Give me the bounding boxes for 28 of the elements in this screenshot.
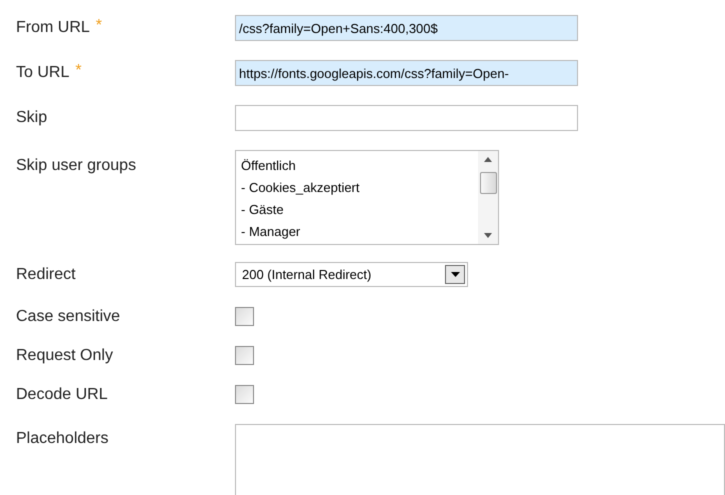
field-label: Skip — [16, 108, 48, 128]
field-label: From URL — [16, 18, 90, 38]
field-label: Case sensitive — [16, 306, 120, 326]
list-option[interactable]: - Manager — [241, 221, 478, 243]
listbox[interactable]: Öffentlich - Cookies_akzeptiert - Gäste - Manager — [235, 150, 499, 245]
list-option[interactable]: - Cookies_akzeptiert — [241, 177, 478, 199]
text-field[interactable]: /css?family=Open+Sans:400,300$ — [235, 15, 578, 41]
scroll-up-icon[interactable] — [484, 157, 492, 162]
dropdown-value: 200 (Internal Redirect) — [242, 266, 372, 284]
field-label: Redirect — [16, 265, 76, 285]
field-label: Placeholders — [16, 429, 108, 449]
checkbox[interactable] — [235, 346, 254, 365]
required-marker: * — [75, 61, 82, 81]
scrollbar[interactable] — [478, 151, 498, 244]
text-field[interactable] — [235, 105, 578, 131]
dropdown[interactable]: 200 (Internal Redirect) — [235, 262, 468, 287]
required-marker: * — [96, 16, 102, 36]
field-label: Request Only — [16, 346, 113, 366]
field-label: Decode URL — [16, 384, 108, 404]
text-field[interactable]: https://fonts.googleapis.com/css?family=Open- — [235, 60, 578, 86]
checkbox[interactable] — [235, 385, 254, 404]
scroll-down-icon[interactable] — [484, 233, 492, 238]
scroll-thumb[interactable] — [480, 172, 496, 194]
checkbox[interactable] — [235, 307, 254, 326]
list-option[interactable]: - Gäste — [241, 199, 478, 221]
list-option[interactable]: Öffentlich — [241, 155, 478, 177]
field-label: Skip user groups — [16, 156, 136, 176]
field-label: To URL — [16, 63, 70, 83]
